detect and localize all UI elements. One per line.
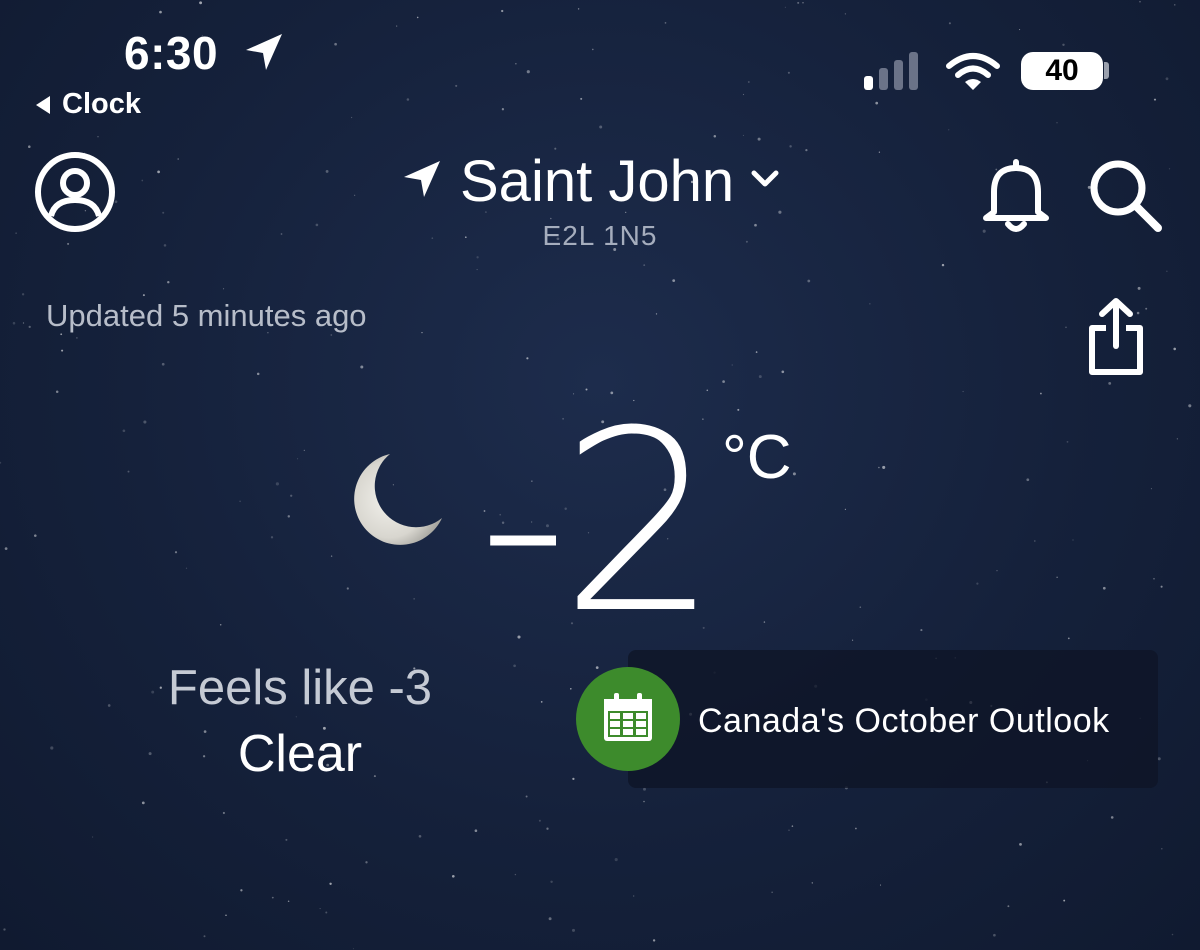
location-selector[interactable]: Saint John [400, 148, 780, 215]
status-time: 6:30 [124, 27, 219, 79]
share-icon[interactable] [1084, 296, 1148, 383]
location-arrow-icon [242, 30, 286, 79]
feels-like-temperature: Feels like -3 [167, 661, 433, 715]
profile-icon[interactable] [33, 150, 117, 239]
weather-condition: Clear [237, 725, 363, 783]
bell-icon[interactable] [976, 154, 1056, 239]
updated-timestamp: Updated 5 minutes ago [46, 298, 367, 333]
back-to-clock-link[interactable]: Clock [36, 88, 141, 121]
calendar-icon [600, 689, 656, 750]
city-name: Saint John [460, 149, 735, 214]
cellular-signal-icon [864, 52, 918, 90]
current-temperature: -2 [478, 377, 719, 668]
chevron-down-icon [750, 169, 780, 194]
promo-icon-badge[interactable] [576, 667, 680, 771]
back-caret-icon [36, 95, 50, 114]
battery-indicator: 40 [1021, 52, 1103, 90]
battery-nub [1104, 62, 1109, 79]
temperature-unit: °C [722, 423, 792, 492]
promo-label[interactable]: Canada's October Outlook [698, 702, 1110, 741]
wifi-icon [945, 52, 1001, 97]
postal-code: E2L 1N5 [542, 220, 658, 251]
location-arrow-icon [400, 157, 444, 206]
crescent-moon-icon [346, 450, 446, 555]
back-link-label: Clock [62, 88, 141, 120]
search-icon[interactable] [1086, 156, 1166, 241]
